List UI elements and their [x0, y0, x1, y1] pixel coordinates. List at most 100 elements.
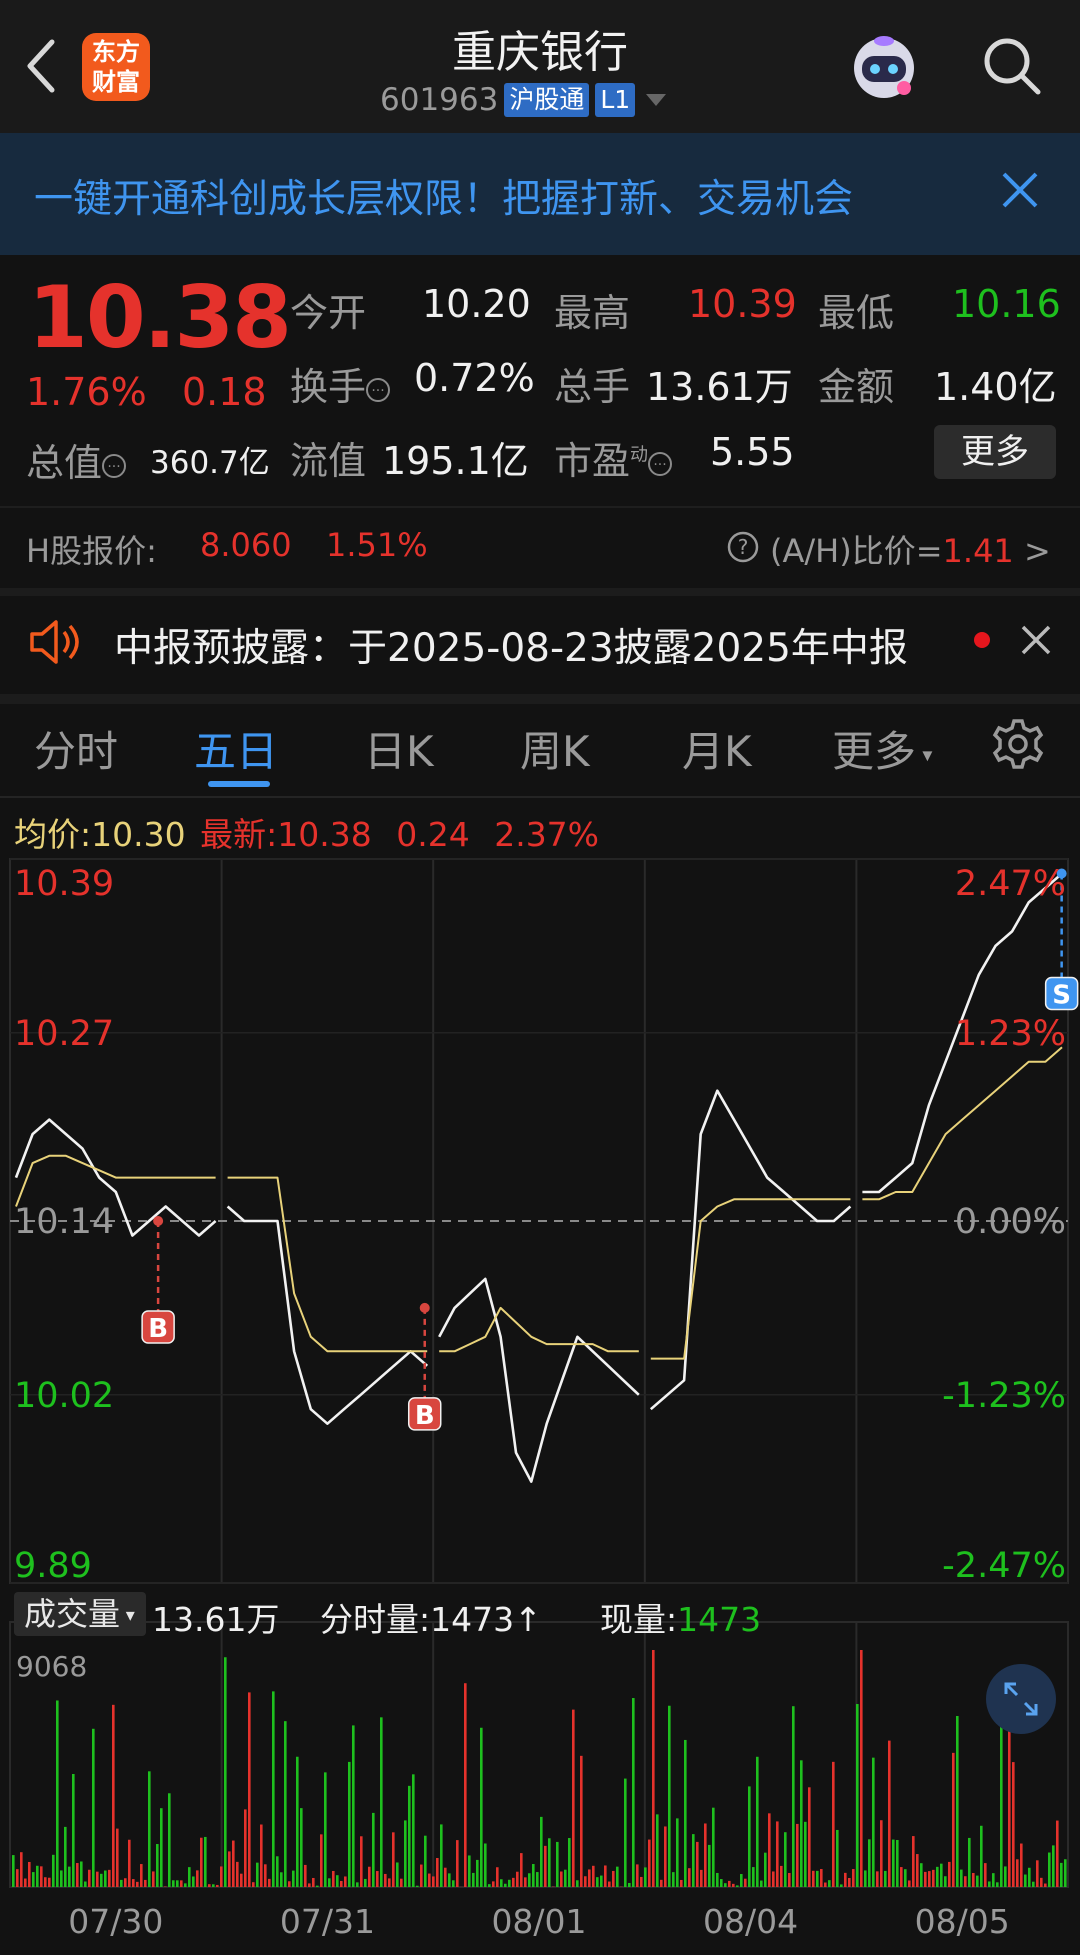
volume-bar: [88, 1870, 91, 1887]
volume-bar: [496, 1867, 499, 1887]
h-share-label: H股报价:: [26, 526, 157, 572]
volume-bar: [32, 1872, 35, 1887]
volume-bar: [600, 1876, 603, 1887]
volume-bar: [376, 1871, 379, 1887]
tab-five-day[interactable]: 五日: [194, 718, 278, 779]
x-tick-label: 07/31: [280, 1902, 375, 1941]
volume-bar: [204, 1837, 207, 1887]
volume-bar: [596, 1877, 599, 1887]
volume-bar: [648, 1840, 651, 1887]
volume-bar: [980, 1826, 983, 1887]
robot-avatar-icon[interactable]: [846, 28, 922, 104]
volume-bar: [1032, 1882, 1035, 1887]
volume-bar: [340, 1881, 343, 1887]
promo-banner-text[interactable]: 一键开通科创成长层权限！把握打新、交易机会: [34, 168, 853, 224]
close-icon[interactable]: [998, 168, 1042, 212]
volume-bar: [108, 1870, 111, 1887]
info-icon[interactable]: ···: [102, 454, 126, 478]
volume-bar: [808, 1787, 811, 1887]
x-tick-label: 07/30: [68, 1902, 163, 1941]
notice-text[interactable]: 中报预披露：于2025-08-23披露2025年中报: [114, 617, 908, 673]
y-tick-label-left: 10.39: [14, 864, 114, 904]
volume-selector[interactable]: 成交量 ▾: [14, 1592, 146, 1636]
volume-bar: [536, 1872, 539, 1887]
ah-ratio[interactable]: (A/H)比价=1.41 >: [770, 526, 1051, 572]
search-icon[interactable]: [980, 34, 1044, 98]
volume-bar: [220, 1866, 223, 1887]
volume-bar: [756, 1757, 759, 1887]
tab-intraday[interactable]: 分时: [34, 718, 118, 779]
current-price: 10.38: [28, 268, 290, 368]
volume-bar: [704, 1823, 707, 1887]
tab-weekly-k[interactable]: 周K: [520, 718, 590, 779]
price-line: [228, 1207, 428, 1424]
settings-gear-icon[interactable]: [990, 716, 1046, 772]
volume-bar: [16, 1869, 19, 1887]
price-line: [439, 1279, 639, 1482]
volume-bar: [208, 1884, 211, 1887]
tab-monthly-k[interactable]: 月K: [682, 718, 752, 779]
volume-bar: [112, 1705, 115, 1887]
volume-bar: [1000, 1722, 1003, 1887]
tab-more[interactable]: 更多 ▾: [832, 718, 932, 779]
volume-bar: [944, 1876, 947, 1887]
volume-bar: [36, 1866, 39, 1887]
back-icon[interactable]: [22, 36, 62, 96]
divider: [0, 694, 1080, 704]
volume-bar: [320, 1834, 323, 1887]
volume-bar: [560, 1871, 563, 1887]
float-cap-label: 流值: [290, 430, 366, 485]
volume-bar: [480, 1728, 483, 1887]
volume-bar: [300, 1808, 303, 1887]
volume-bar: [484, 1843, 487, 1887]
volume-bar: [504, 1884, 507, 1887]
close-icon[interactable]: [1018, 622, 1054, 658]
volume-bar: [912, 1836, 915, 1887]
volume-bar: [928, 1871, 931, 1887]
volume-bar: [356, 1882, 359, 1887]
info-icon[interactable]: ···: [648, 452, 672, 476]
volume-bar: [48, 1878, 51, 1887]
volume-bar: [224, 1657, 227, 1887]
volume-bar: [932, 1870, 935, 1887]
volume-bar: [672, 1872, 675, 1887]
stock-code-row[interactable]: 601963 沪股通 L1: [380, 80, 669, 120]
five-day-chart[interactable]: BBS 10.392.47%10.271.23%10.140.00%10.02-…: [0, 855, 1080, 1955]
volume-bar: [948, 1862, 951, 1887]
average-price-line: [651, 1199, 851, 1358]
volume-bar: [996, 1882, 999, 1887]
volume-bar: [512, 1878, 515, 1887]
volume-bar: [692, 1834, 695, 1887]
volume-bar: [448, 1873, 451, 1887]
volume-bar: [72, 1774, 75, 1887]
volume-bar: [1048, 1853, 1051, 1887]
volume-bar: [1004, 1866, 1007, 1887]
volume-bar: [640, 1877, 643, 1887]
tab-daily-k[interactable]: 日K: [364, 718, 434, 779]
volume-bar: [456, 1840, 459, 1887]
volume-bar: [412, 1774, 415, 1887]
volume-bar: [100, 1874, 103, 1887]
volume-bar: [832, 1762, 835, 1887]
average-price-line: [16, 1156, 216, 1207]
volume-bar: [764, 1853, 767, 1887]
help-icon[interactable]: ?: [726, 530, 760, 564]
volume-bar: [432, 1876, 435, 1887]
volume-bar: [276, 1856, 279, 1887]
volume-bar: [1052, 1845, 1055, 1887]
volume-bar: [676, 1818, 679, 1887]
volume-bar: [248, 1692, 251, 1887]
volume-bar: [288, 1881, 291, 1887]
volume-bar: [280, 1872, 283, 1887]
volume-bar: [656, 1814, 659, 1887]
volume-bar: [572, 1710, 575, 1887]
market-cap-value: 360.7亿: [150, 437, 270, 482]
volume-bar: [240, 1874, 243, 1887]
low-value: 10.16: [952, 282, 1061, 326]
volume-bar: [840, 1884, 843, 1887]
volume-bar: [256, 1863, 259, 1887]
volume-bar: [236, 1862, 239, 1887]
info-icon[interactable]: ···: [366, 378, 390, 402]
expand-button[interactable]: [986, 1664, 1056, 1734]
more-button[interactable]: 更多: [934, 425, 1056, 479]
